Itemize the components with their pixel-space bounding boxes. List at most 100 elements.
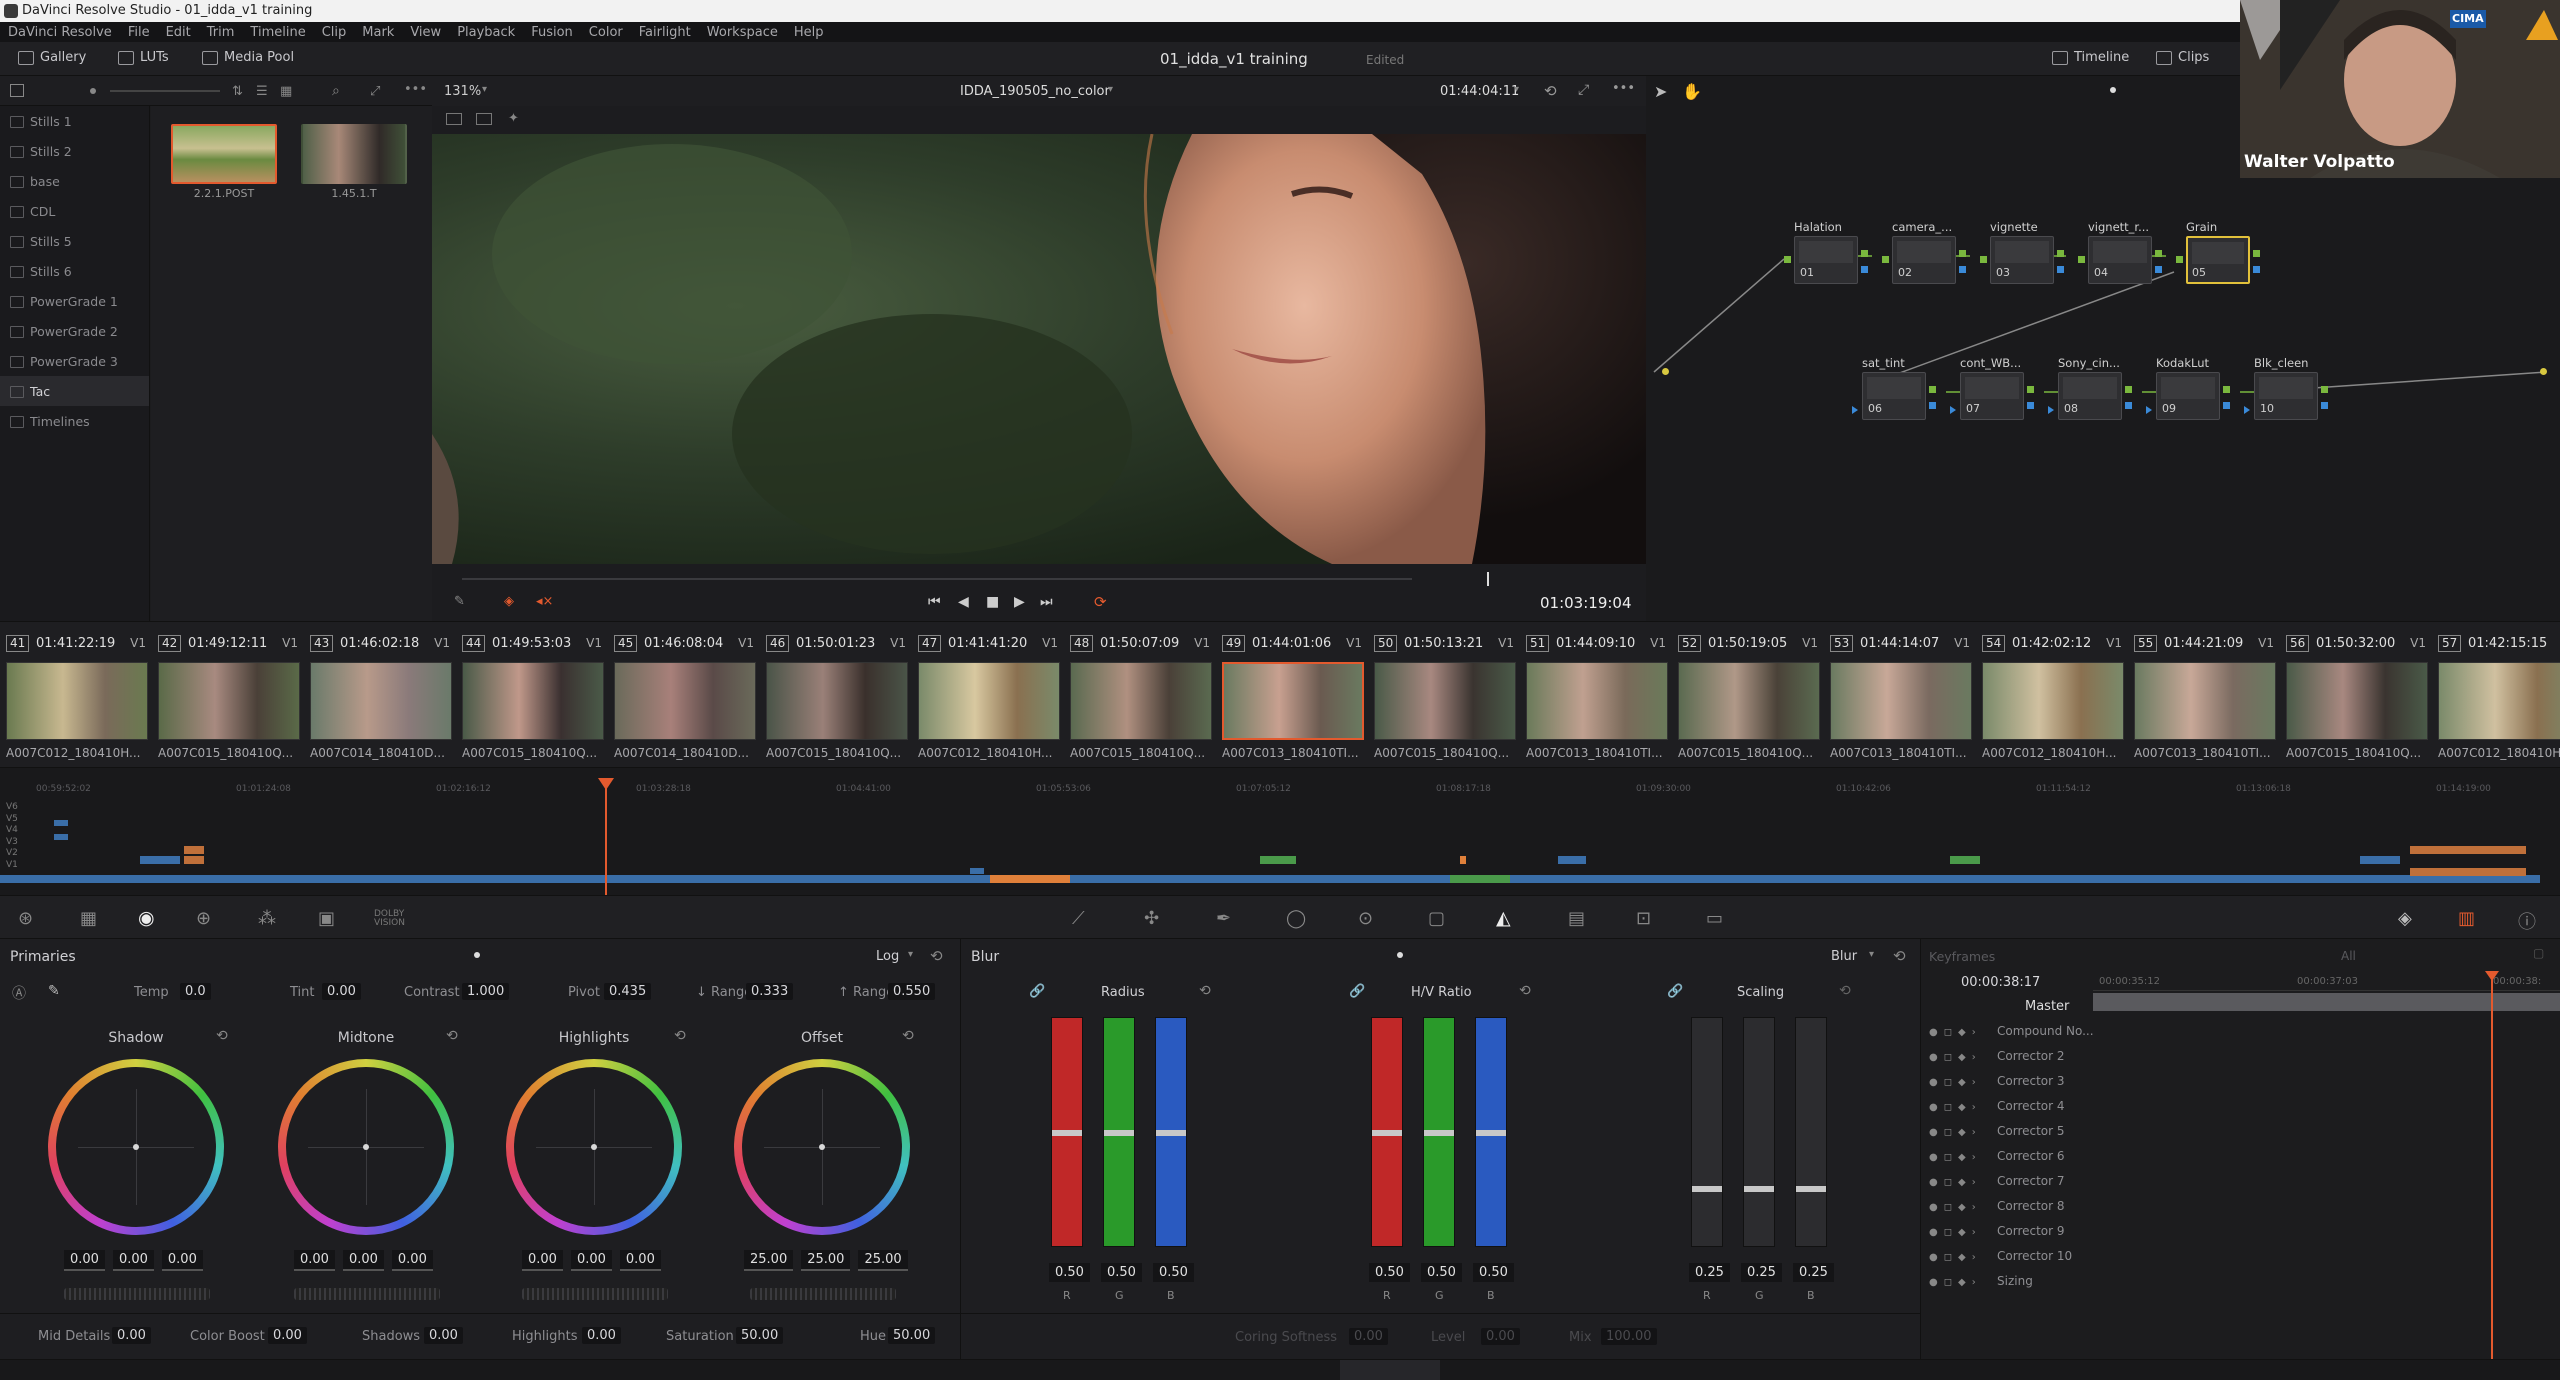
hv-ratio-value-b[interactable]: 0.50 [1473,1263,1514,1282]
midtone-value-g[interactable]: 0.00 [342,1250,384,1271]
row-controls-icon[interactable]: ●◻◆› [1929,1227,1977,1238]
mute-icon[interactable]: ◂× [536,594,553,609]
album-item[interactable]: PowerGrade 3 [0,346,149,376]
row-controls-icon[interactable]: ●◻◆› [1929,1152,1977,1163]
high-range-value[interactable]: 0.550 [888,983,936,1000]
clip-thumbnail[interactable] [6,662,148,740]
clip-thumbnail[interactable] [1982,662,2124,740]
clip-item-48[interactable]: 48 01:50:07:09 V1 A007C015_180410Q... [1064,622,1216,768]
key-output-icon[interactable] [2253,266,2260,273]
color-boost-value[interactable]: 0.00 [268,1327,307,1344]
node-output-icon[interactable] [1929,386,1936,393]
node-blk-cleen[interactable]: Blk_cleen 10 [2244,356,2328,430]
contrast-value[interactable]: 1.000 [462,983,510,1000]
radius-slider-r[interactable] [1051,1017,1083,1247]
scaling-slider-b[interactable] [1795,1017,1827,1247]
keyframe-row[interactable]: ●◻◆› Corrector 5 [1921,1119,2560,1144]
row-controls-icon[interactable]: ●◻◆› [1929,1202,1977,1213]
tracker-icon[interactable]: ⊙ [1358,908,1373,929]
saturation-value[interactable]: 50.00 [736,1327,784,1344]
sidebar-toggle-icon[interactable] [10,84,24,97]
still-thumbnail[interactable] [171,124,277,184]
shadows-value[interactable]: 0.00 [424,1327,463,1344]
node-output-icon[interactable] [2057,250,2064,257]
node-sony-cin[interactable]: Sony_cin... 08 [2048,356,2132,430]
info-icon[interactable]: ⓘ [2518,908,2536,934]
scopes-icon[interactable]: ▥ [2458,908,2475,929]
node-kodaklut[interactable]: KodakLut 09 [2146,356,2230,430]
menu-playback[interactable]: Playback [449,25,523,40]
midtone-value-r[interactable]: 0.00 [294,1250,335,1271]
loop-playback-icon[interactable]: ⟳ [1094,593,1107,611]
midtone-wheel-puck[interactable] [363,1144,369,1150]
album-item[interactable]: Stills 6 [0,256,149,286]
node-input-icon[interactable] [1882,256,1889,263]
clip-item-51[interactable]: 51 01:44:09:10 V1 A007C013_180410TI... [1520,622,1672,768]
magic-wand-icon[interactable]: ✦ [508,111,519,126]
hv-ratio-value-r[interactable]: 0.50 [1369,1263,1410,1282]
clip-thumbnail[interactable] [614,662,756,740]
scaling-slider-r[interactable] [1691,1017,1723,1247]
color-wheels-icon[interactable]: ◉ [138,907,155,929]
magic-mask-icon[interactable]: ▢ [1428,908,1445,929]
mid-details-value[interactable]: 0.00 [112,1327,151,1344]
key-output-icon[interactable] [2057,266,2064,273]
clip-thumbnail[interactable] [918,662,1060,740]
highlights-wheel-puck[interactable] [591,1144,597,1150]
jump-end-icon[interactable]: ⏭ [1040,594,1053,610]
radius-reset-icon[interactable]: ⟲ [1199,983,1211,999]
scaling-reset-icon[interactable]: ⟲ [1839,983,1851,999]
key-output-icon[interactable] [1959,266,1966,273]
menu-timeline[interactable]: Timeline [242,25,313,40]
node-sat-tint[interactable]: sat_tint 06 [1852,356,1936,430]
radius-value-g[interactable]: 0.50 [1101,1263,1142,1282]
clip-item-44[interactable]: 44 01:49:53:03 V1 A007C015_180410Q... [456,622,608,768]
midtone-value-b[interactable]: 0.00 [391,1250,433,1271]
menu-trim[interactable]: Trim [199,25,243,40]
keyframe-row[interactable]: ●◻◆› Corrector 4 [1921,1094,2560,1119]
keyframe-row[interactable]: ●◻◆› Corrector 9 [1921,1219,2560,1244]
highlights-reset-icon[interactable]: ⟲ [674,1028,686,1044]
grid-view-icon[interactable]: ▦ [280,84,292,99]
radius-value-r[interactable]: 0.50 [1049,1263,1090,1282]
clip-item-47[interactable]: 47 01:41:41:20 V1 A007C012_180410H... [912,622,1064,768]
luts-button[interactable]: LUTs [118,50,169,65]
keyframe-row[interactable]: ●◻◆› Corrector 8 [1921,1194,2560,1219]
keyframe-row[interactable]: ●◻◆› Corrector 6 [1921,1144,2560,1169]
color-warper-icon[interactable]: ✣ [1144,908,1159,929]
key-output-icon[interactable] [1929,402,1936,409]
menu-view[interactable]: View [402,25,449,40]
hue-value[interactable]: 50.00 [888,1327,936,1344]
still-thumbnail[interactable] [301,124,407,184]
album-item[interactable]: Stills 1 [0,106,149,136]
motion-effects-icon[interactable]: ▣ [318,908,335,929]
offset-wheel-puck[interactable] [819,1144,825,1150]
scaling-value-b[interactable]: 0.25 [1793,1263,1834,1282]
search-icon[interactable]: ⌕ [332,83,340,99]
album-item[interactable]: PowerGrade 2 [0,316,149,346]
node-input-icon[interactable] [1980,256,1987,263]
node-halation[interactable]: Halation 01 [1784,220,1868,294]
clips-button[interactable]: Clips [2156,50,2209,65]
temp-value[interactable]: 0.0 [180,983,211,1000]
highlights-master-wheel[interactable] [522,1288,668,1300]
viewer-options-icon[interactable]: ••• [1612,81,1635,96]
radius-slider-b[interactable] [1155,1017,1187,1247]
radius-link-icon[interactable]: 🔗 [1029,984,1045,999]
clip-name-chevron-icon[interactable]: ▾ [1108,84,1113,95]
album-item-active[interactable]: Tac [0,376,149,406]
row-controls-icon[interactable]: ●◻◆› [1929,1127,1977,1138]
reverse-icon[interactable]: ◀ [958,594,969,610]
scaling-slider-g[interactable] [1743,1017,1775,1247]
key-input-icon[interactable] [2048,406,2054,414]
sizing-icon[interactable]: ⊡ [1636,908,1651,929]
offset-value-g[interactable]: 25.00 [801,1250,851,1271]
clip-thumbnail[interactable] [766,662,908,740]
hv-ratio-slider-b[interactable] [1475,1017,1507,1247]
blur-reset-all-icon[interactable]: ⟲ [1893,947,1906,965]
node-output-icon[interactable] [2027,386,2034,393]
clip-thumbnail[interactable] [1070,662,1212,740]
keyframe-row[interactable]: ●◻◆› Corrector 7 [1921,1169,2560,1194]
shadow-value-g[interactable]: 0.00 [112,1250,154,1271]
hv-ratio-value-g[interactable]: 0.50 [1421,1263,1462,1282]
